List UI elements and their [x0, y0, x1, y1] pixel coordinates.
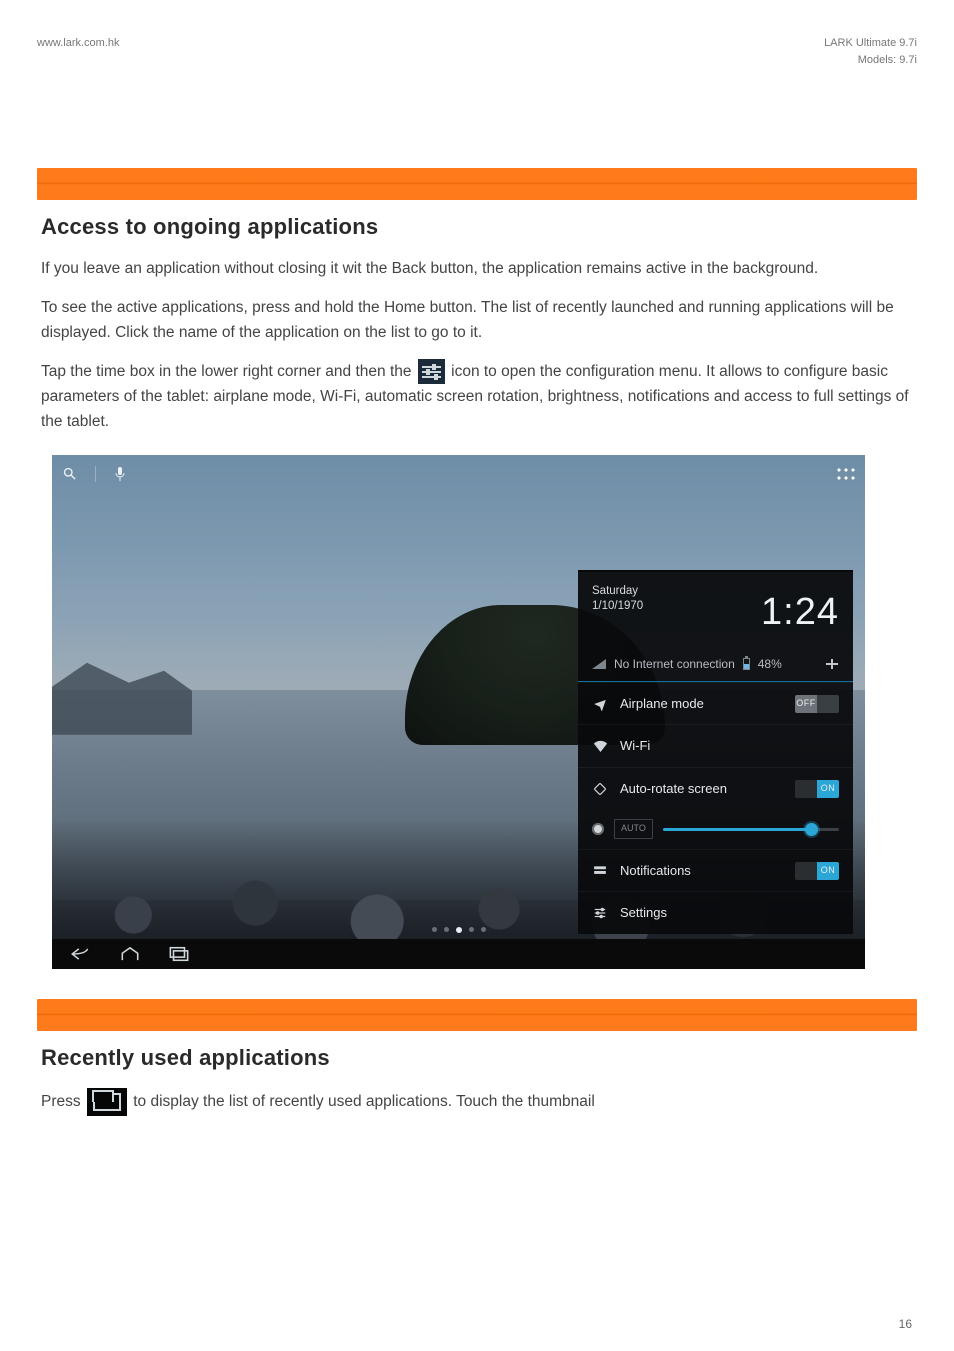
home-page-dots	[432, 927, 486, 933]
notifications-toggle[interactable]: ON	[795, 862, 839, 880]
airplane-icon	[592, 697, 608, 711]
row-notifications-label: Notifications	[620, 861, 783, 881]
row-wifi-label: Wi-Fi	[620, 736, 839, 756]
para-1: If you leave an application without clos…	[41, 257, 917, 282]
row-settings[interactable]: Settings	[578, 891, 853, 934]
recent-icon[interactable]	[168, 946, 190, 962]
quick-settings-icon[interactable]	[825, 659, 839, 669]
brightness-auto-label[interactable]: AUTO	[614, 819, 653, 839]
header-model-name: LARK Ultimate 9.7i	[824, 35, 917, 52]
toggle-on-label: ON	[817, 780, 839, 798]
sliders-icon	[418, 359, 445, 384]
panel-status-row: No Internet connection 48%	[578, 649, 853, 682]
home-icon[interactable]	[120, 946, 140, 962]
panel-day: Saturday	[592, 584, 643, 600]
brightness-slider[interactable]	[663, 828, 839, 831]
airplane-toggle[interactable]: OFF	[795, 695, 839, 713]
toggle-off-label: OFF	[795, 695, 817, 713]
wallpaper-hills	[52, 655, 192, 735]
screenshot-navbar	[52, 939, 865, 969]
row-airplane-label: Airplane mode	[620, 694, 783, 714]
notifications-icon	[592, 865, 608, 877]
para-3: Tap the time box in the lower right corn…	[41, 359, 917, 434]
rotate-icon	[592, 782, 608, 796]
panel-clock: 1:24	[761, 584, 839, 641]
para-3a: Tap the time box in the lower right corn…	[41, 363, 412, 380]
panel-header: Saturday 1/10/1970 1:24	[578, 572, 853, 649]
row-notifications[interactable]: Notifications ON	[578, 849, 853, 892]
row-wifi[interactable]: Wi-Fi	[578, 724, 853, 767]
wifi-icon	[592, 740, 608, 752]
search-icon[interactable]	[62, 466, 77, 481]
row-airplane[interactable]: Airplane mode OFF	[578, 682, 853, 725]
para-2: To see the active applications, press an…	[41, 296, 917, 346]
brightness-icon	[592, 823, 604, 835]
row-rotate-label: Auto-rotate screen	[620, 779, 783, 799]
section-title-access: Access to ongoing applications	[41, 210, 917, 243]
section-divider-2	[37, 999, 917, 1031]
panel-status-text: No Internet connection	[614, 655, 735, 673]
topbar-divider	[95, 466, 96, 482]
panel-date: 1/10/1970	[592, 599, 643, 615]
section-divider	[37, 168, 917, 200]
header-website: www.lark.com.hk	[37, 35, 120, 68]
signal-icon	[592, 659, 606, 669]
header-model: LARK Ultimate 9.7i Models: 9.7i	[824, 35, 917, 68]
section-title-recent: Recently used applications	[41, 1041, 917, 1074]
tablet-screenshot: Saturday 1/10/1970 1:24 No Internet conn…	[52, 455, 865, 969]
para-recent-a: Press	[41, 1093, 81, 1110]
page-header: www.lark.com.hk LARK Ultimate 9.7i Model…	[37, 35, 917, 68]
settings-icon	[592, 906, 608, 920]
mic-icon[interactable]	[114, 466, 126, 482]
row-settings-label: Settings	[620, 903, 839, 923]
quick-settings-panel: Saturday 1/10/1970 1:24 No Internet conn…	[578, 570, 853, 934]
header-model-codes: Models: 9.7i	[824, 52, 917, 69]
back-icon[interactable]	[70, 946, 92, 962]
para-recent-b: to display the list of recently used app…	[133, 1093, 595, 1110]
para-recent: Press to display the list of recently us…	[41, 1088, 917, 1116]
recent-apps-icon	[87, 1088, 127, 1116]
apps-icon[interactable]	[837, 468, 855, 480]
rotate-toggle[interactable]: ON	[795, 780, 839, 798]
battery-percent: 48%	[758, 655, 782, 673]
battery-icon	[743, 658, 750, 670]
row-rotate[interactable]: Auto-rotate screen ON	[578, 767, 853, 810]
toggle-on-label-2: ON	[817, 862, 839, 880]
page-number: 16	[899, 1315, 912, 1333]
row-brightness[interactable]: AUTO	[578, 809, 853, 849]
screenshot-topbar	[62, 463, 855, 485]
